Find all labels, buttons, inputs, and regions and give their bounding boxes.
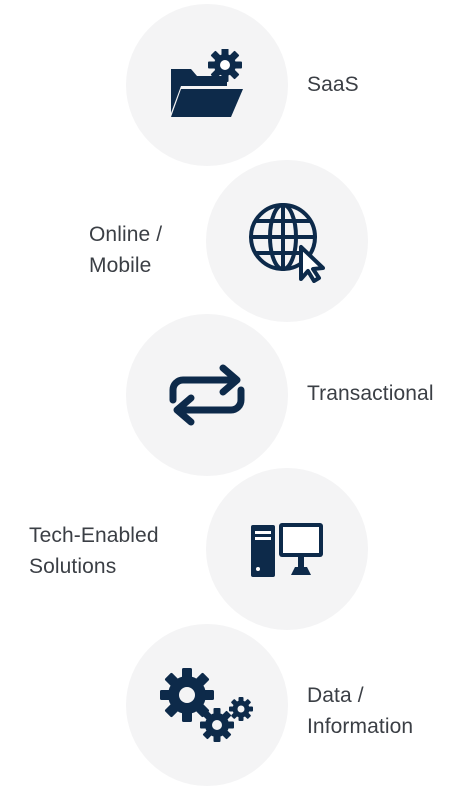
saas-label-line-1: SaaS — [307, 73, 359, 96]
saas-item-circle — [126, 4, 288, 166]
transactional-item-circle — [126, 314, 288, 476]
transactional-label: Transactional — [307, 378, 434, 409]
tech-enabled-label-line-2: Solutions — [29, 555, 117, 578]
data-information-label-line-1: Data / — [307, 684, 364, 707]
data-information-label-line-2: Information — [307, 715, 414, 738]
folder-gear-icon — [126, 4, 288, 166]
repeat-arrows-icon — [126, 314, 288, 476]
globe-cursor-icon — [206, 160, 368, 322]
gears-icon — [126, 624, 288, 786]
tech-enabled-item-circle — [206, 468, 368, 630]
transactional-label-line-1: Transactional — [307, 382, 434, 405]
data-information-label: Data / Information — [307, 680, 413, 742]
online-mobile-label: Online / Mobile — [89, 219, 162, 281]
desktop-computer-icon — [206, 468, 368, 630]
online-mobile-label-line-1: Online / — [89, 223, 163, 246]
tech-enabled-label: Tech-Enabled Solutions — [29, 520, 159, 582]
online-mobile-item-circle — [206, 160, 368, 322]
saas-label: SaaS — [307, 69, 359, 100]
data-information-item-circle — [126, 624, 288, 786]
online-mobile-label-line-2: Mobile — [89, 254, 152, 277]
tech-enabled-label-line-1: Tech-Enabled — [29, 524, 159, 547]
